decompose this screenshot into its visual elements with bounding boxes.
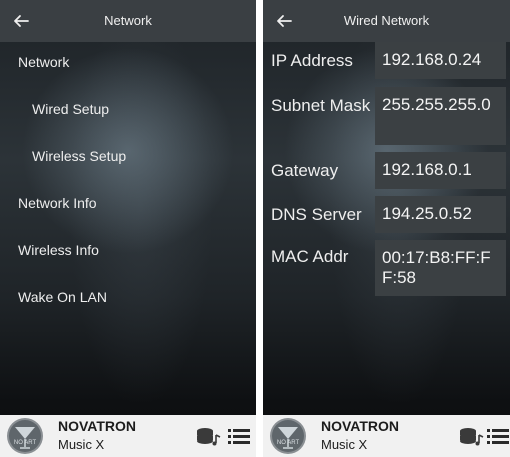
info-label: MAC Addr	[271, 247, 349, 266]
network-menu: Network Wired Setup Wireless Setup Netwo…	[0, 42, 256, 324]
svg-text:NO ART: NO ART	[277, 440, 300, 446]
device-name: NOVATRON	[58, 418, 137, 434]
menu-item-network-info[interactable]: Network Info	[0, 183, 256, 230]
wired-network-screen: Wired Network IP Address 192.168.0.24 Su…	[263, 0, 510, 457]
app-header: Wired Network	[263, 0, 510, 42]
menu-item-wake-on-lan[interactable]: Wake On LAN	[0, 277, 256, 324]
info-row-dns: DNS Server 194.25.0.52	[263, 196, 510, 238]
info-label: DNS Server	[271, 205, 362, 224]
info-label: IP Address	[271, 51, 353, 70]
svg-text:NO ART: NO ART	[14, 440, 37, 446]
network-screen: Network Network Wired Setup Wireless Set…	[0, 0, 256, 457]
device-name: NOVATRON	[321, 418, 400, 434]
page-title: Wired Network	[343, 13, 430, 28]
list-icon[interactable]	[487, 427, 509, 445]
device-subtitle: Music X	[321, 437, 368, 452]
back-arrow-icon[interactable]	[10, 10, 32, 32]
info-value: 192.168.0.1	[375, 152, 506, 189]
menu-item-network[interactable]: Network	[0, 42, 256, 89]
screen-divider	[256, 0, 263, 457]
info-label: Subnet Mask	[271, 96, 371, 115]
page-title: Network	[104, 13, 152, 28]
device-subtitle: Music X	[58, 437, 105, 452]
novatron-logo: NO ART	[270, 418, 306, 454]
info-value: 194.25.0.52	[375, 196, 506, 233]
list-icon[interactable]	[228, 427, 250, 445]
menu-item-wireless-info[interactable]: Wireless Info	[0, 230, 256, 277]
info-row-subnet: Subnet Mask 255.255.255.0	[263, 87, 510, 147]
info-value: 255.255.255.0	[375, 87, 506, 145]
info-value: 192.168.0.24	[375, 42, 506, 79]
now-playing-bar[interactable]: NO ART NOVATRON Music X	[263, 415, 510, 457]
novatron-logo: NO ART	[7, 418, 43, 454]
menu-item-wireless-setup[interactable]: Wireless Setup	[0, 136, 256, 183]
back-arrow-icon[interactable]	[273, 10, 295, 32]
menu-item-wired-setup[interactable]: Wired Setup	[0, 89, 256, 136]
app-header: Network	[0, 0, 256, 42]
info-row-mac: MAC Addr 00:17:B8:FF:FF:58	[263, 240, 510, 300]
music-stack-icon[interactable]	[196, 427, 222, 447]
info-value: 00:17:B8:FF:FF:58	[375, 240, 506, 296]
now-playing-bar[interactable]: NO ART NOVATRON Music X	[0, 415, 256, 457]
info-row-ip: IP Address 192.168.0.24	[263, 42, 510, 87]
info-row-gateway: Gateway 192.168.0.1	[263, 152, 510, 194]
music-stack-icon[interactable]	[459, 427, 485, 447]
info-label: Gateway	[271, 161, 339, 180]
